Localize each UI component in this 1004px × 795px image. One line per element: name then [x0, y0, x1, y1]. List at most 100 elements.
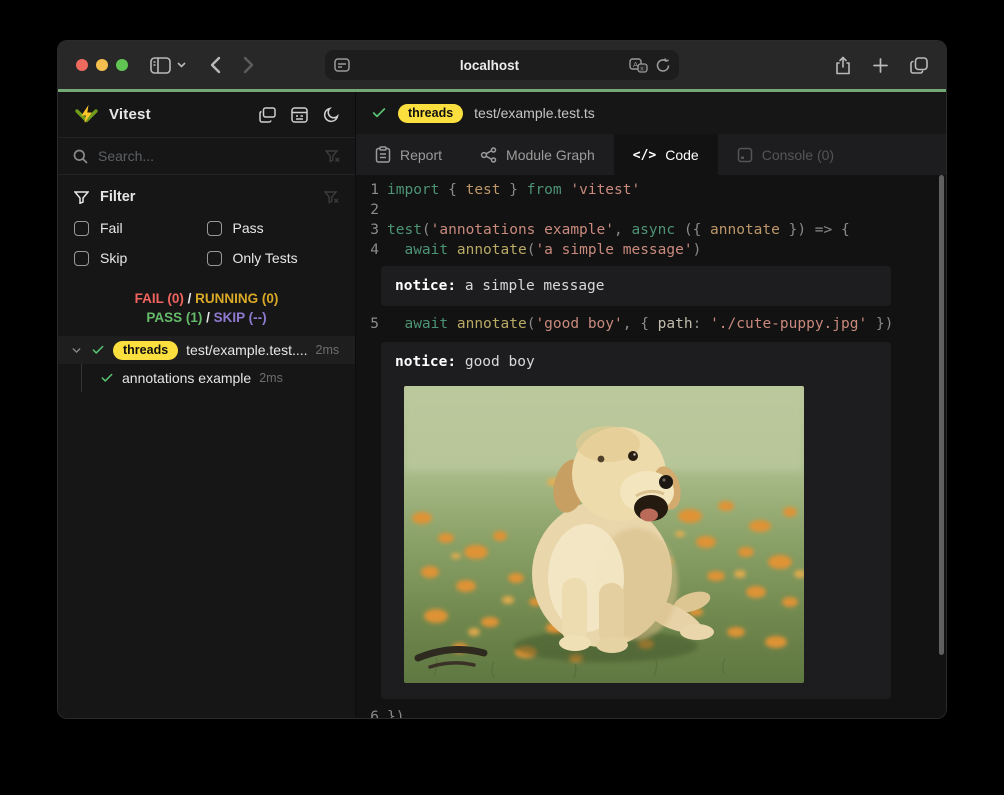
- panels-icon[interactable]: [259, 107, 276, 123]
- checkbox-only-tests[interactable]: [207, 251, 222, 266]
- line-number: 1: [366, 180, 379, 200]
- checkbox-fail[interactable]: [74, 221, 89, 236]
- clear-search-filter-icon[interactable]: [325, 150, 340, 163]
- check-icon: [100, 371, 114, 385]
- code-token: path: [658, 316, 693, 332]
- reload-icon[interactable]: [656, 58, 670, 73]
- search-input[interactable]: [98, 148, 315, 164]
- tab-overview-icon[interactable]: [910, 56, 928, 75]
- chevron-down-icon[interactable]: [70, 344, 83, 357]
- code-text: import { test } from 'vitest': [387, 180, 640, 200]
- code-token: './cute-puppy.jpg': [710, 316, 867, 332]
- main-panel: threads test/example.test.ts ReportModul…: [356, 92, 946, 719]
- report-icon: [375, 146, 391, 163]
- code-text: await annotate('a simple message'): [387, 240, 701, 260]
- translate-icon[interactable]: A x: [629, 58, 648, 73]
- file-path: test/example.test.ts: [474, 105, 595, 121]
- checkbox-skip[interactable]: [74, 251, 89, 266]
- code-token: }) => {: [780, 222, 850, 238]
- checkbox-label: Fail: [100, 220, 123, 236]
- minimize-window-button[interactable]: [96, 59, 108, 71]
- console-icon: [737, 147, 753, 163]
- checkbox-pass[interactable]: [207, 221, 222, 236]
- vitest-sidebar: Vitest: [58, 92, 356, 719]
- code-line: 6}): [366, 707, 946, 719]
- sidebar-toggle-icon: [150, 57, 171, 74]
- code-token: [387, 242, 404, 258]
- clear-filter-icon[interactable]: [324, 191, 339, 204]
- filter-option-pass[interactable]: Pass: [207, 220, 340, 236]
- tab-label: Console (0): [762, 147, 834, 163]
- code-line: 4 await annotate('a simple message'): [366, 240, 946, 260]
- check-icon: [371, 105, 387, 121]
- code-icon: </>: [633, 146, 656, 163]
- address-bar[interactable]: localhost A x: [325, 50, 679, 80]
- code-token: [448, 316, 457, 332]
- tab-label: Code: [665, 147, 698, 163]
- tree-item-label: test/example.test....: [186, 342, 307, 358]
- dashboard-icon[interactable]: [291, 107, 308, 123]
- line-number: 3: [366, 220, 379, 240]
- code-token: annotate: [457, 242, 527, 258]
- tree-item-file[interactable]: threads test/example.test.... 2ms: [58, 336, 355, 364]
- checkbox-label: Only Tests: [233, 250, 298, 266]
- puppy-photo: [404, 386, 804, 683]
- tree-item-label: annotations example: [122, 370, 251, 386]
- code-line: 5 await annotate('good boy', { path: './…: [366, 314, 946, 334]
- status-line-fail-running: FAIL (0) / RUNNING (0): [58, 289, 355, 308]
- code-token: ,: [614, 222, 631, 238]
- code-token: {: [439, 182, 465, 198]
- back-button[interactable]: [210, 56, 221, 74]
- status-segment: FAIL (0): [135, 291, 184, 306]
- tab-module-graph[interactable]: Module Graph: [461, 134, 614, 175]
- app-title: Vitest: [109, 106, 151, 123]
- test-duration: 2ms: [316, 343, 340, 357]
- annotation-text: notice: good boy: [395, 352, 877, 372]
- tab-code[interactable]: </> Code: [614, 134, 718, 175]
- code-line: 3test('annotations example', async ({ an…: [366, 220, 946, 240]
- filter-option-skip[interactable]: Skip: [74, 250, 207, 266]
- tree-indent-guide: [81, 364, 82, 392]
- code-token: 'good boy': [535, 316, 622, 332]
- code-line: 1 import { test } from 'vitest': [366, 180, 946, 200]
- editor-scrollbar[interactable]: [939, 175, 944, 655]
- chevron-down-icon: [177, 62, 186, 68]
- code-token: 'annotations example': [431, 222, 614, 238]
- view-tabbar: Report Module Graph </> Code Console (0): [356, 134, 946, 175]
- forward-button[interactable]: [243, 56, 254, 74]
- zoom-window-button[interactable]: [116, 59, 128, 71]
- tree-item-test[interactable]: annotations example2ms: [58, 364, 355, 392]
- close-window-button[interactable]: [76, 59, 88, 71]
- new-tab-icon[interactable]: [873, 56, 888, 75]
- filter-title: Filter: [100, 189, 135, 205]
- url-text: localhost: [350, 58, 629, 73]
- checkbox-label: Pass: [233, 220, 264, 236]
- status-segment: /: [184, 291, 195, 306]
- code-token: }: [501, 182, 527, 198]
- tab-console-0[interactable]: Console (0): [718, 134, 853, 175]
- share-icon[interactable]: [835, 56, 851, 75]
- filter-option-only-tests[interactable]: Only Tests: [207, 250, 340, 266]
- status-segment: /: [202, 310, 213, 325]
- code-token: await: [404, 242, 448, 258]
- annotation-label: notice:: [395, 278, 456, 294]
- annotation-label: notice:: [395, 354, 456, 370]
- status-segment: RUNNING (0): [195, 291, 278, 306]
- filter-option-fail[interactable]: Fail: [74, 220, 207, 236]
- browser-titlebar: localhost A x: [58, 41, 946, 89]
- code-token: ({: [675, 222, 710, 238]
- traffic-lights: [76, 59, 128, 71]
- sidebar-toggle-button[interactable]: [150, 57, 186, 74]
- dark-mode-moon-icon[interactable]: [323, 107, 339, 123]
- tab-label: Module Graph: [506, 147, 595, 163]
- code-text: }): [387, 707, 404, 719]
- code-token: :: [693, 316, 710, 332]
- test-file-tree: threads test/example.test.... 2ms annotatio…: [58, 336, 355, 392]
- annotation-box: notice: a simple message: [381, 266, 891, 306]
- code-token: ): [693, 242, 702, 258]
- tab-report[interactable]: Report: [356, 134, 461, 175]
- pool-badge: threads: [113, 341, 178, 360]
- status-segment: SKIP (--): [214, 310, 267, 325]
- vitest-logo: [74, 103, 99, 127]
- code-token: , {: [623, 316, 658, 332]
